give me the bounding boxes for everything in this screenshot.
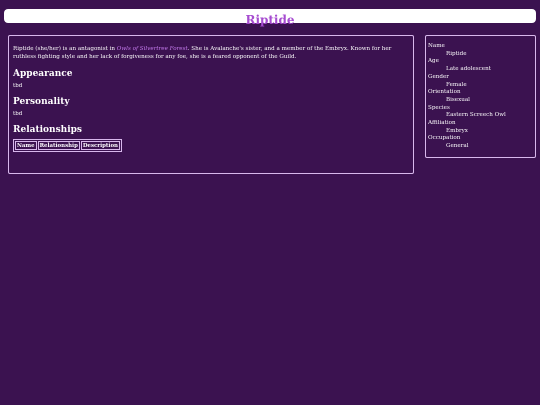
relationships-heading: Relationships bbox=[13, 125, 82, 136]
table-header-row: Name Relationship Description bbox=[15, 141, 120, 151]
appearance-heading: Appearance bbox=[13, 69, 73, 80]
column-header-relationship: Relationship bbox=[37, 141, 80, 151]
infobox-value-species: Eastern Screech Owl bbox=[446, 112, 506, 119]
page-header: Riptide bbox=[4, 9, 536, 27]
infobox-value-name: Riptide bbox=[446, 50, 467, 57]
infobox-label-orientation: Orientation bbox=[428, 89, 461, 96]
infobox-value-affiliation: Embryx bbox=[446, 127, 468, 134]
infobox-label-species: Species bbox=[428, 104, 450, 111]
relationships-table: Name Relationship Description bbox=[13, 139, 122, 153]
infobox-label-affiliation: Affiliation bbox=[428, 120, 456, 127]
infobox-value-occupation: General bbox=[446, 143, 469, 150]
column-header-name: Name bbox=[15, 141, 37, 151]
column-header-description: Description bbox=[80, 141, 120, 151]
infobox-panel: Name Riptide Age Late adolescent Gender … bbox=[425, 35, 536, 158]
personality-text: tbd bbox=[13, 111, 23, 118]
infobox-label-age: Age bbox=[428, 58, 439, 65]
article-panel: Riptide (she/her) is an antagonist in Ow… bbox=[8, 35, 414, 174]
intro-paragraph: Riptide (she/her) is an antagonist in Ow… bbox=[13, 46, 409, 61]
personality-heading: Personality bbox=[13, 97, 70, 108]
infobox-value-orientation: Bisexual bbox=[446, 96, 470, 103]
book-title-link[interactable]: Owls of Silvertree Forest bbox=[117, 46, 188, 52]
infobox-value-age: Late adolescent bbox=[446, 66, 491, 73]
page-title: Riptide bbox=[245, 13, 295, 27]
infobox-label-occupation: Occupation bbox=[428, 135, 461, 142]
appearance-text: tbd bbox=[13, 83, 23, 90]
intro-text-start: Riptide (she/her) is an antagonist in bbox=[13, 46, 117, 52]
infobox-label-gender: Gender bbox=[428, 73, 449, 80]
infobox-label-name: Name bbox=[428, 43, 445, 49]
infobox-value-gender: Female bbox=[446, 81, 467, 88]
